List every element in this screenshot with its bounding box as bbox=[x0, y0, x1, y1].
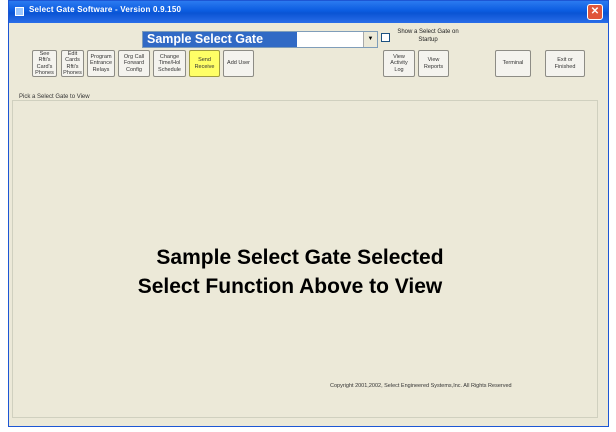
panel-group-label: Pick a Select Gate to View bbox=[17, 94, 92, 100]
copyright-text: Copyright 2001,2002, Select Engineered S… bbox=[330, 383, 512, 389]
close-button[interactable]: ✕ bbox=[587, 4, 603, 20]
view-activity-log-button[interactable]: View Activity Log bbox=[383, 50, 415, 77]
see-rfids-cards-phones-button[interactable]: See Rfti's Card's Phones bbox=[32, 50, 57, 77]
title-bar[interactable]: Select Gate Software - Version 0.9.150 ✕ bbox=[9, 1, 608, 23]
status-message-line2: Select Function Above to View bbox=[137, 275, 443, 298]
terminal-button[interactable]: Terminal bbox=[495, 50, 531, 77]
app-icon bbox=[15, 7, 24, 16]
gate-select-dropdown[interactable]: Sample Select Gate ▼ bbox=[142, 31, 378, 48]
change-time-hol-schedule-button[interactable]: Change Time/Hol Schedule bbox=[153, 50, 186, 77]
add-user-button[interactable]: Add User bbox=[223, 50, 254, 77]
exit-button[interactable]: Exit or Finished bbox=[545, 50, 585, 77]
send-receive-button[interactable]: Send Receive bbox=[189, 50, 220, 77]
program-entrance-relays-button[interactable]: Program Entrance Relays bbox=[87, 50, 115, 77]
org-call-forward-config-button[interactable]: Org Call Forward Config bbox=[118, 50, 150, 77]
view-reports-button[interactable]: View Reports bbox=[418, 50, 449, 77]
window-title: Select Gate Software - Version 0.9.150 bbox=[29, 5, 182, 14]
edit-cards-rfids-phones-button[interactable]: Edit Cards Rfti's Phones bbox=[61, 50, 84, 77]
chevron-down-icon[interactable]: ▼ bbox=[363, 32, 377, 47]
status-message-line1: Sample Select Gate Selected bbox=[156, 246, 444, 269]
startup-checkbox-label: Show a Select Gate on Startup bbox=[397, 29, 459, 43]
startup-checkbox[interactable] bbox=[381, 33, 390, 42]
gate-select-value: Sample Select Gate bbox=[143, 32, 297, 47]
